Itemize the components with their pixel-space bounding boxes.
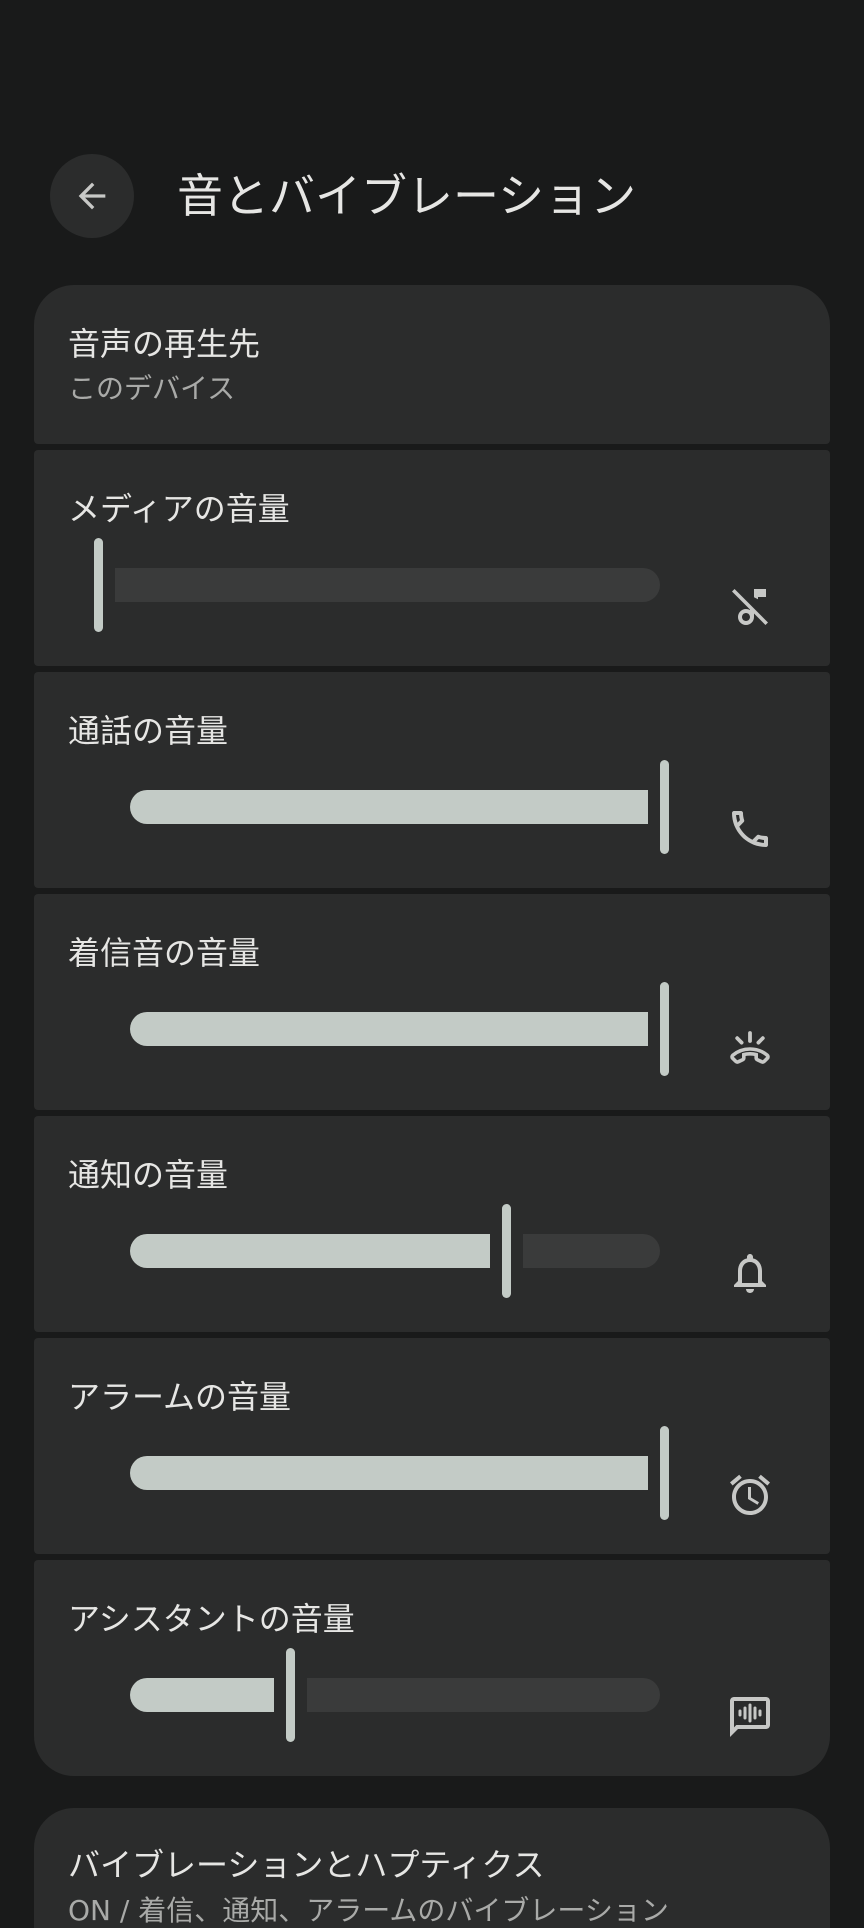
slider-thumb[interactable]	[286, 1648, 295, 1742]
phone-icon[interactable]	[724, 803, 776, 855]
app-bar: 音とバイブレーション	[0, 152, 864, 242]
volume-label: 通知の音量	[68, 1156, 229, 1194]
ring-volume-item: 着信音の音量	[34, 894, 830, 1110]
assistant-volume-slider[interactable]	[94, 1646, 668, 1742]
slider-thumb[interactable]	[660, 760, 669, 854]
call-volume-item: 通話の音量	[34, 672, 830, 888]
notification-volume-item: 通知の音量	[34, 1116, 830, 1332]
slider-track	[523, 1234, 660, 1268]
volume-label: メディアの音量	[68, 490, 290, 528]
assistant-volume-item: アシスタントの音量	[34, 1560, 830, 1776]
vibration-title: バイブレーションとハプティクス	[68, 1846, 545, 1884]
back-button[interactable]	[50, 154, 134, 238]
slider-thumb[interactable]	[94, 538, 103, 632]
arrow-back-icon	[78, 182, 106, 210]
slider-fill	[130, 1012, 648, 1046]
page-title: 音とバイブレーション	[177, 169, 637, 223]
volume-label: アシスタントの音量	[68, 1600, 355, 1638]
alarm-volume-item: アラームの音量	[34, 1338, 830, 1554]
notification-volume-slider[interactable]	[94, 1202, 668, 1298]
ring-volume-icon[interactable]	[724, 1025, 776, 1077]
slider-track	[307, 1678, 660, 1712]
alarm-volume-slider[interactable]	[94, 1424, 669, 1520]
slider-fill	[130, 790, 648, 824]
output-device-subtitle: このデバイス	[68, 372, 236, 405]
vibration-haptics-item[interactable]: バイブレーションとハプティクス ON / 着信、通知、アラームのバイブレーション	[34, 1808, 830, 1928]
output-device-title: 音声の再生先	[68, 325, 261, 363]
media-volume-slider[interactable]	[94, 536, 668, 632]
voice-chat-icon[interactable]	[724, 1691, 776, 1743]
slider-fill	[130, 1678, 274, 1712]
slider-thumb[interactable]	[502, 1204, 511, 1298]
media-volume-item: メディアの音量	[34, 450, 830, 666]
slider-thumb[interactable]	[660, 982, 669, 1076]
slider-fill	[130, 1456, 648, 1490]
vibration-subtitle: ON / 着信、通知、アラームのバイブレーション	[68, 1894, 669, 1927]
volume-label: アラームの音量	[68, 1378, 292, 1416]
output-device-item[interactable]: 音声の再生先 このデバイス	[34, 285, 830, 444]
call-volume-slider[interactable]	[94, 758, 669, 854]
ring-volume-slider[interactable]	[94, 980, 669, 1076]
alarm-icon[interactable]	[724, 1469, 776, 1521]
volume-label: 着信音の音量	[68, 934, 261, 972]
sound-vibration-screen: 音とバイブレーション 音声の再生先 このデバイス メディアの音量 通話の音量 着…	[0, 0, 864, 1928]
music-off-icon[interactable]	[724, 581, 776, 633]
slider-fill	[130, 1234, 490, 1268]
bell-icon[interactable]	[724, 1247, 776, 1299]
slider-track	[115, 568, 660, 602]
slider-thumb[interactable]	[660, 1426, 669, 1520]
volume-label: 通話の音量	[68, 712, 229, 750]
